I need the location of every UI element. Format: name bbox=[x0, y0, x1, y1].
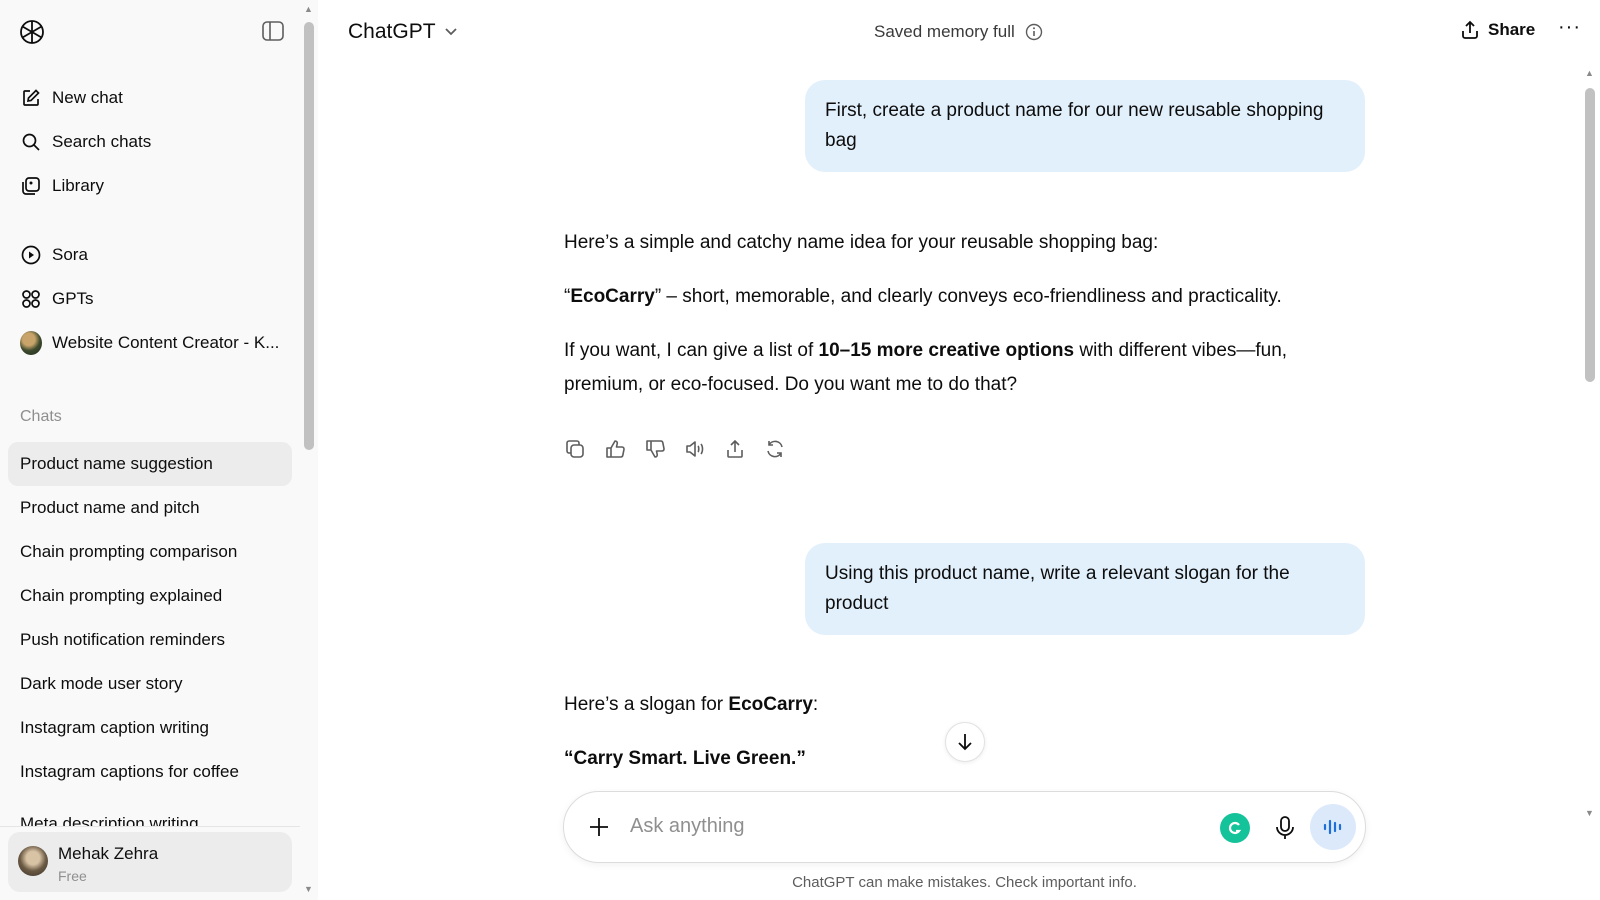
sidebar-item-website-content-creator[interactable]: Website Content Creator - K... bbox=[8, 321, 292, 365]
chat-item[interactable]: Instagram captions for coffee bbox=[8, 750, 292, 794]
sidebar-header bbox=[0, 12, 300, 52]
memory-status[interactable]: Saved memory full bbox=[874, 22, 1043, 42]
assistant-message: Here’s a slogan for EcoCarry: “Carry Sma… bbox=[564, 688, 1324, 796]
memory-status-text: Saved memory full bbox=[874, 22, 1015, 41]
sidebar-item-label: Library bbox=[52, 176, 104, 195]
grammarly-icon[interactable] bbox=[1220, 813, 1250, 843]
scrollbar-thumb[interactable] bbox=[1585, 88, 1595, 382]
reply-paragraph: “EcoCarry” – short, memorable, and clear… bbox=[564, 280, 1324, 314]
sidebar: New chat Search chats Library Sora GPTs … bbox=[0, 0, 318, 900]
scroll-down-arrow-icon[interactable]: ▼ bbox=[1585, 808, 1594, 818]
offer-bold: 10–15 more creative options bbox=[818, 340, 1075, 361]
sidebar-item-label: Search chats bbox=[52, 132, 152, 151]
scroll-up-arrow-icon[interactable]: ▲ bbox=[304, 4, 313, 14]
message-composer[interactable]: Ask anything bbox=[563, 791, 1366, 863]
reply-text: Here’s a slogan for bbox=[564, 694, 729, 715]
share-label: Share bbox=[1488, 20, 1536, 39]
library-icon bbox=[20, 175, 42, 197]
chat-item[interactable]: Push notification reminders bbox=[8, 618, 292, 662]
assistant-message: Here’s a simple and catchy name idea for… bbox=[564, 226, 1324, 422]
reply-paragraph: Here’s a simple and catchy name idea for… bbox=[564, 232, 1159, 253]
read-aloud-icon[interactable] bbox=[684, 438, 706, 460]
thumbs-up-icon[interactable] bbox=[604, 438, 626, 460]
model-name: ChatGPT bbox=[348, 20, 436, 43]
arrow-down-icon bbox=[958, 734, 972, 751]
name-description: – short, memorable, and clearly conveys … bbox=[661, 286, 1282, 307]
product-name: EcoCarry bbox=[570, 286, 655, 307]
scroll-down-arrow-icon[interactable]: ▼ bbox=[304, 884, 313, 894]
sidebar-item-label: Sora bbox=[52, 245, 88, 264]
sidebar-item-library[interactable]: Library bbox=[8, 164, 292, 208]
user-profile-button[interactable]: Mehak Zehra Free bbox=[8, 832, 292, 892]
message-input[interactable]: Ask anything bbox=[630, 815, 745, 838]
sidebar-item-label: GPTs bbox=[52, 289, 94, 308]
plus-icon[interactable] bbox=[586, 814, 612, 840]
chevron-down-icon bbox=[444, 28, 457, 36]
voice-wave-icon bbox=[1323, 819, 1342, 835]
sidebar-item-search-chats[interactable]: Search chats bbox=[8, 120, 292, 164]
model-selector[interactable]: ChatGPT bbox=[348, 20, 458, 44]
play-circle-icon bbox=[20, 244, 42, 266]
voice-mode-button[interactable] bbox=[1310, 804, 1356, 850]
chat-item[interactable]: Meta description writing bbox=[8, 794, 292, 826]
scroll-up-arrow-icon[interactable]: ▲ bbox=[1585, 68, 1594, 78]
user-message: First, create a product name for our new… bbox=[805, 80, 1365, 172]
chat-item[interactable]: Dark mode user story bbox=[8, 662, 292, 706]
offer-text: If you want, I can give a list of bbox=[564, 340, 819, 361]
copy-icon[interactable] bbox=[564, 438, 586, 460]
chat-item[interactable]: Chain prompting explained bbox=[8, 574, 292, 618]
chat-item[interactable]: Instagram caption writing bbox=[8, 706, 292, 750]
sidebar-scrollbar[interactable]: ▲ ▼ bbox=[301, 0, 318, 900]
reply-text: : bbox=[812, 694, 819, 715]
disclaimer: ChatGPT can make mistakes. Check importa… bbox=[792, 874, 1137, 891]
avatar bbox=[18, 846, 48, 876]
sidebar-item-label: Website Content Creator - K... bbox=[52, 333, 280, 352]
sidebar-item-new-chat[interactable]: New chat bbox=[8, 76, 292, 120]
sidebar-item-label: New chat bbox=[52, 88, 123, 107]
message-actions bbox=[564, 438, 786, 460]
search-icon bbox=[20, 131, 42, 153]
chats-section-label: Chats bbox=[20, 408, 62, 425]
reply-paragraph: If you want, I can give a list of 10–15 … bbox=[564, 334, 1324, 402]
sidebar-item-gpts[interactable]: GPTs bbox=[8, 277, 292, 321]
reply-paragraph: Here’s a slogan for EcoCarry: bbox=[564, 688, 1324, 722]
product-name: EcoCarry bbox=[728, 694, 813, 715]
info-icon[interactable] bbox=[1025, 23, 1043, 41]
scrollbar-thumb[interactable] bbox=[304, 22, 314, 450]
chat-item[interactable]: Chain prompting comparison bbox=[8, 530, 292, 574]
reply-paragraph: “Carry Smart. Live Green.” bbox=[564, 742, 1324, 776]
share-button[interactable]: Share bbox=[1460, 20, 1535, 40]
sidebar-divider bbox=[0, 826, 300, 827]
chat-item[interactable]: Product name suggestion bbox=[8, 442, 292, 486]
main-scrollbar[interactable]: ▲ ▼ bbox=[1582, 66, 1598, 822]
share-message-icon[interactable] bbox=[724, 438, 746, 460]
slogan: “Carry Smart. Live Green.” bbox=[564, 748, 806, 769]
grid-icon bbox=[20, 288, 42, 310]
chat-item[interactable]: Product name and pitch bbox=[8, 486, 292, 530]
user-name: Mehak Zehra bbox=[58, 844, 159, 863]
sidebar-toggle-icon[interactable] bbox=[262, 21, 284, 41]
openai-logo-icon[interactable] bbox=[18, 18, 46, 46]
scroll-to-bottom-button[interactable] bbox=[945, 722, 985, 762]
sidebar-item-sora[interactable]: Sora bbox=[8, 233, 292, 277]
edit-icon bbox=[20, 87, 42, 109]
microphone-icon[interactable] bbox=[1272, 814, 1298, 842]
user-message: Using this product name, write a relevan… bbox=[805, 543, 1365, 635]
gpt-avatar-icon bbox=[20, 331, 42, 355]
thumbs-down-icon[interactable] bbox=[644, 438, 666, 460]
regenerate-icon[interactable] bbox=[764, 438, 786, 460]
user-plan: Free bbox=[58, 868, 87, 884]
more-options-icon[interactable]: ··· bbox=[1558, 16, 1581, 39]
share-icon bbox=[1462, 20, 1478, 39]
